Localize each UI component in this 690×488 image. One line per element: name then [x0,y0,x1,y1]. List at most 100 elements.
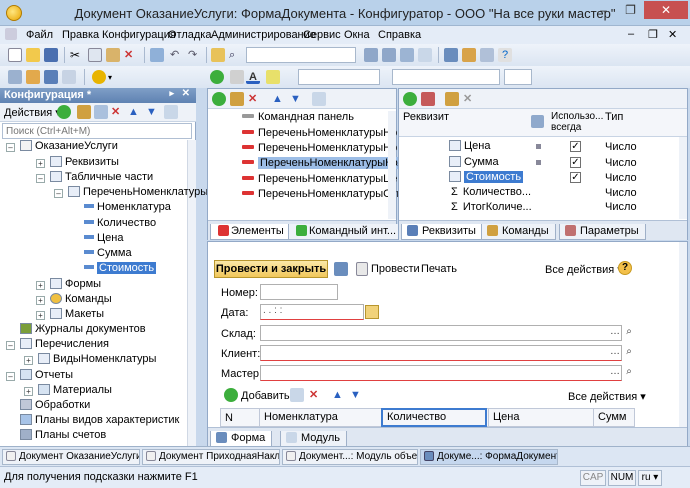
search-prev-icon[interactable] [382,48,396,62]
font-color-icon[interactable]: A [246,70,260,84]
master-open-icon[interactable]: ⌕ [622,366,636,380]
delete-icon[interactable]: ✕ [124,48,138,62]
add-icon[interactable] [57,105,71,119]
client-field[interactable] [260,345,622,361]
save-form-icon[interactable] [334,262,348,276]
tree-item-templates[interactable]: + Макеты [36,308,104,323]
collapse-icon[interactable]: – [6,341,15,350]
number-field[interactable] [260,284,338,300]
warehouse-open-icon[interactable]: ⌕ [622,326,636,340]
element-item[interactable]: ПереченьНоменклатурыЦена [242,173,410,188]
tree-item-commands[interactable]: + Команды [36,293,112,308]
print-button[interactable]: Печать [421,263,457,275]
window-list-icon[interactable] [418,48,432,62]
element-props-icon[interactable] [312,92,326,106]
date-field[interactable]: . . : : [260,304,364,320]
run-dropdown-icon[interactable]: ▾ [108,73,112,82]
language-indicator[interactable]: ru ▾ [638,470,662,486]
new-file-icon[interactable] [8,48,22,62]
tree-item-nomenclature-list[interactable]: – ПереченьНоменклатуры [54,186,208,201]
tree-item-nomenclature-types[interactable]: + ВидыНоменклатуры [24,353,156,368]
element-item-selected[interactable]: ПереченьНоменклатурыКоли [242,157,413,172]
delete-object-icon[interactable]: ✕ [111,105,125,119]
warehouse-select-icon[interactable]: … [608,326,622,340]
copy-icon[interactable] [88,48,102,62]
element-item[interactable]: ПереченьНоменклатурыНоме [242,142,411,157]
cut-icon[interactable]: ✂ [70,48,84,62]
bulb-icon[interactable] [462,48,476,62]
menu-help[interactable]: Справка [378,29,421,41]
use-always-checkbox[interactable]: ✓ [570,157,581,168]
move-up-icon[interactable]: ▲ [128,105,142,119]
compare-icon[interactable] [62,70,76,84]
panel-pin-icon[interactable]: ▸ [169,88,174,99]
tree-item-document[interactable]: – ОказаниеУслуги [6,140,118,155]
open-folder-icon[interactable] [26,48,40,62]
style-combo[interactable] [298,69,380,85]
row-up-icon[interactable]: ▲ [332,388,346,402]
delete-row-icon[interactable]: ✕ [309,388,323,402]
add-green-icon[interactable] [210,70,224,84]
element-item[interactable]: ПереченьНоменклатурыСумм [242,188,412,203]
font-combo[interactable] [392,69,500,85]
syntax-helper-icon[interactable] [444,48,458,62]
restore-button[interactable]: ❐ [617,1,644,19]
actions-menu[interactable]: Действия ▾ [4,106,61,119]
menu-service[interactable]: Сервис [303,29,341,41]
add-requisite-icon[interactable] [403,92,417,106]
tree-item-enums[interactable]: – Перечисления [6,338,109,353]
search-combo[interactable] [246,47,356,63]
expand-icon[interactable]: + [36,159,45,168]
master-select-icon[interactable]: … [608,366,622,380]
add-table-icon[interactable] [421,92,435,106]
paste-icon[interactable] [106,48,120,62]
expand-icon[interactable]: + [36,281,45,290]
undo-icon[interactable]: ↶ [170,48,184,62]
mdi-close-icon[interactable]: ✕ [668,28,677,41]
collapse-icon[interactable]: – [6,143,15,152]
run-debug-icon[interactable] [92,70,106,84]
add-element-icon[interactable] [212,92,226,106]
use-always-checkbox[interactable]: ✓ [570,172,581,183]
copy-row-icon[interactable] [290,388,304,402]
copy-object-icon[interactable] [94,105,108,119]
requisite-row-selected[interactable]: Стоимость [449,171,524,186]
config-search-input[interactable] [2,123,192,139]
db-icon[interactable] [26,70,40,84]
find-icon[interactable] [150,48,164,62]
element-up-icon[interactable]: ▲ [272,92,286,106]
tree-item-chart-of-accounts[interactable]: Планы счетов [20,429,106,444]
edit-element-icon[interactable] [230,92,244,106]
redo-icon[interactable]: ↷ [188,48,202,62]
tree-item-nomenclature[interactable]: Номенклатура [84,201,171,216]
tree-item-forms[interactable]: + Формы [36,278,101,293]
task-document-form[interactable]: Докуме...: ФормаДокумента [420,449,558,465]
element-item[interactable]: Командная панель [242,111,354,126]
delete-requisite-icon[interactable]: ✕ [463,92,477,106]
element-down-icon[interactable]: ▼ [290,92,304,106]
panel-close-icon[interactable]: ✕ [182,88,190,99]
client-select-icon[interactable]: … [608,346,622,360]
search-icon[interactable]: ⌕ [229,48,243,62]
element-item[interactable]: ПереченьНоменклатурыНоме [242,127,411,142]
use-always-checkbox[interactable]: ✓ [570,141,581,152]
expand-icon[interactable]: + [36,311,45,320]
collapse-icon[interactable]: – [36,174,45,183]
tree-item-cost[interactable]: Стоимость [84,262,157,277]
requisite-row[interactable]: Σ Количество... [451,186,531,201]
form-scrollbar[interactable] [679,242,687,427]
requisite-row[interactable]: Сумма [449,156,499,171]
row-down-icon[interactable]: ▼ [350,388,364,402]
post-and-close-button[interactable]: Провести и закрыть [214,260,328,278]
menu-administration[interactable]: Администрирование [211,29,316,41]
collapse-icon[interactable]: – [54,189,63,198]
menu-configuration[interactable]: Конфигурация [102,29,176,41]
tree-item-reports[interactable]: – Отчеты [6,369,73,384]
move-down-icon[interactable]: ▼ [146,105,160,119]
tree-item-tabular-parts[interactable]: – Табличные части [36,171,153,186]
all-actions-menu[interactable]: Все действия ▾ [545,263,623,276]
close-button[interactable]: ✕ [644,1,688,19]
master-field[interactable] [260,365,622,381]
mdi-restore-icon[interactable]: ❐ [648,28,658,41]
size-combo[interactable] [504,69,532,85]
